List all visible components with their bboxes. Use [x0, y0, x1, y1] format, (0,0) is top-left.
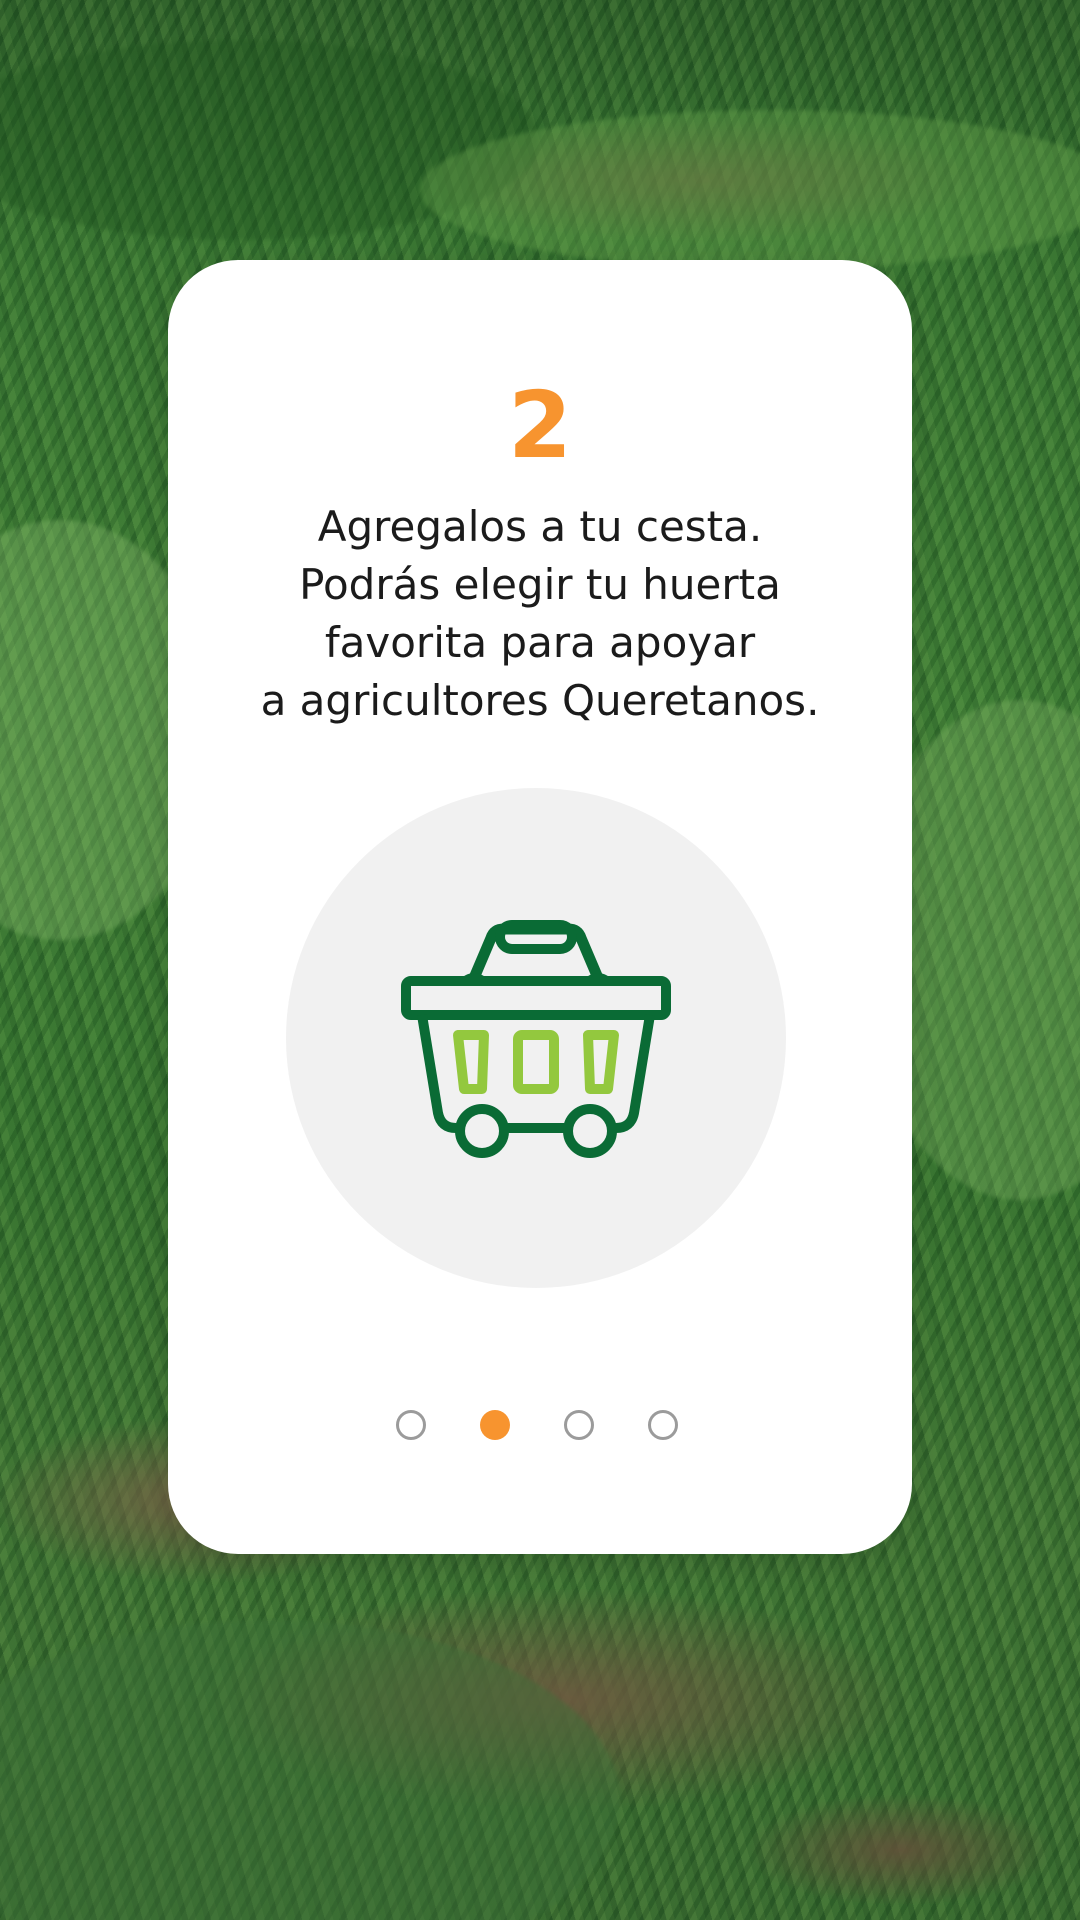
onboarding-card: 2 Agregalos a tu cesta. Podrás elegir tu… [168, 260, 912, 1554]
step-description: Agregalos a tu cesta. Podrás elegir tu h… [168, 498, 912, 730]
description-line: favorita para apoyar [324, 618, 756, 667]
background-field [0, 1620, 620, 1920]
page-dot-3[interactable] [564, 1410, 594, 1440]
page-dot-2-active[interactable] [480, 1410, 510, 1440]
page-dot-4[interactable] [648, 1410, 678, 1440]
description-line: a agricultores Queretanos. [260, 676, 820, 725]
background-field [420, 110, 1080, 270]
description-line: Agregalos a tu cesta. [317, 502, 763, 551]
shopping-basket-icon [401, 920, 671, 1158]
page-dot-1[interactable] [396, 1410, 426, 1440]
description-line: Podrás elegir tu huerta [299, 560, 781, 609]
step-number: 2 [507, 372, 572, 479]
onboarding-screen: 2 Agregalos a tu cesta. Podrás elegir tu… [0, 0, 1080, 1920]
pagination-dots [168, 1410, 912, 1444]
illustration-circle [286, 788, 786, 1288]
